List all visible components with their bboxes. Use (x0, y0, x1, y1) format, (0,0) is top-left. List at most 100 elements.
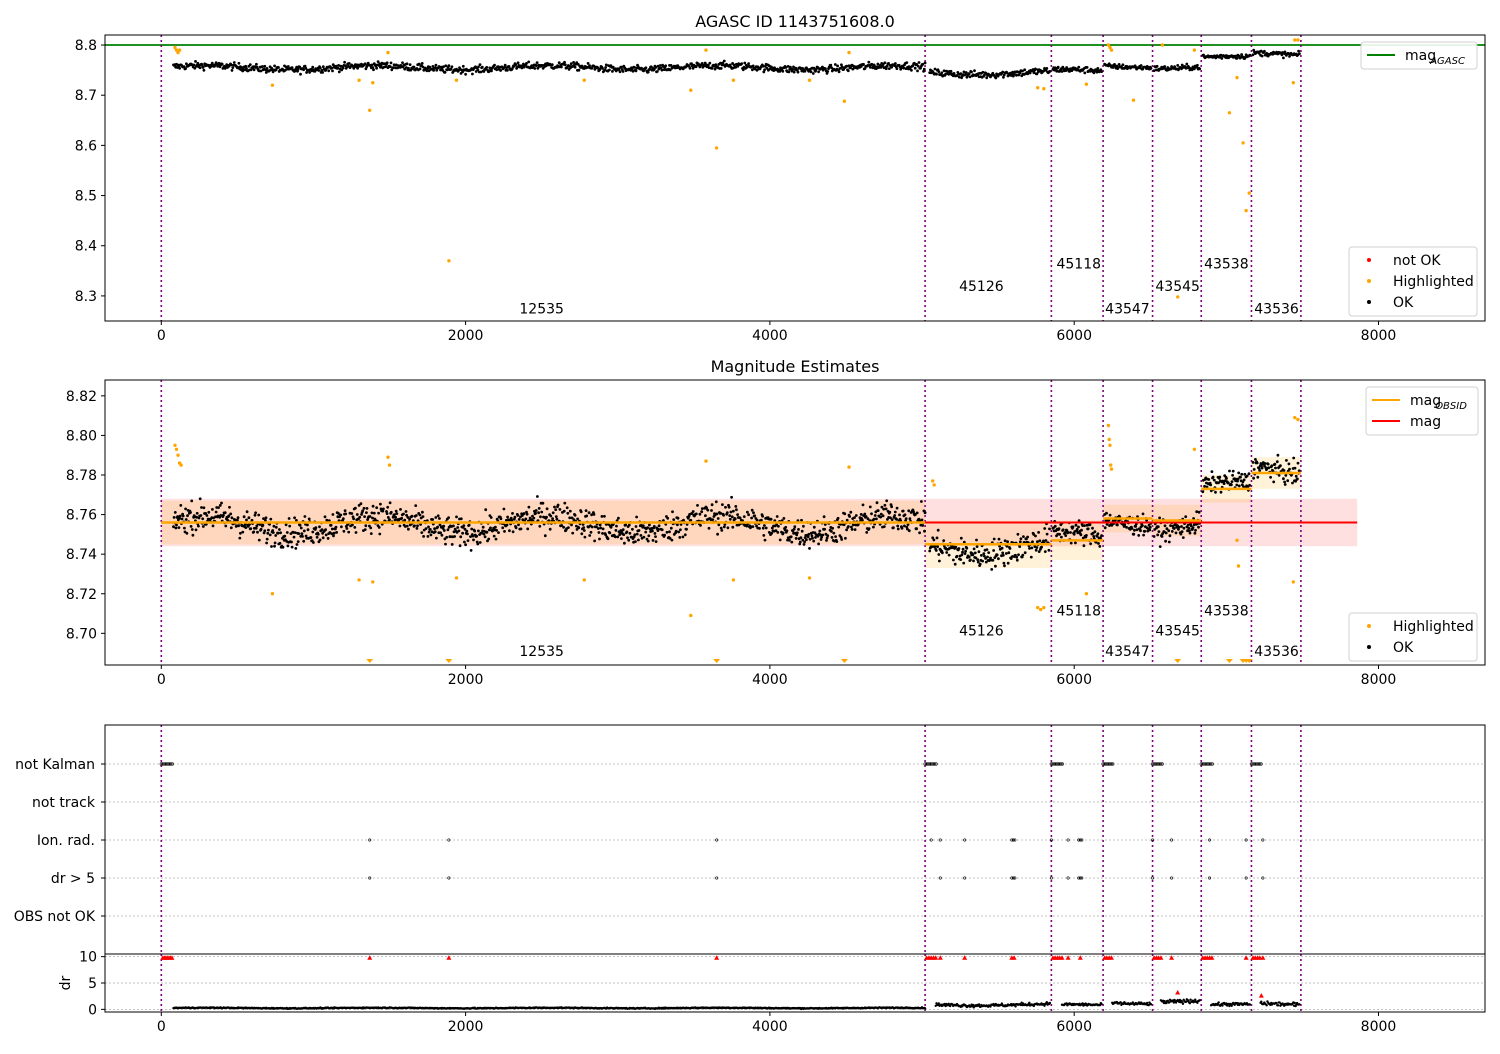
ok-point (671, 539, 674, 542)
ok-point (467, 539, 470, 542)
highlighted-point (689, 89, 692, 92)
ok-point (1080, 529, 1083, 532)
ok-point (497, 531, 500, 534)
ok-point (1157, 525, 1160, 528)
ok-point (830, 530, 833, 533)
ok-point (562, 526, 565, 529)
ok-point (622, 533, 625, 536)
ok-point (896, 507, 899, 510)
ok-point (813, 526, 816, 529)
ok-point (783, 517, 786, 520)
ok-point (987, 551, 990, 554)
ok-point (978, 550, 981, 553)
ok-point (493, 535, 496, 538)
ok-point (937, 529, 940, 532)
ok-point (634, 540, 637, 543)
ok-point (793, 71, 796, 74)
dr-ok-point (1199, 999, 1201, 1001)
ok-point (1292, 457, 1295, 460)
ok-point (354, 507, 357, 510)
ok-point (834, 535, 837, 538)
y-tick-label: 8.72 (66, 587, 97, 603)
highlighted-point (808, 576, 811, 579)
ok-point (217, 506, 220, 509)
ok-point (266, 532, 269, 535)
ok-point (653, 525, 656, 528)
ok-point (200, 514, 203, 517)
ok-point (236, 519, 239, 522)
ok-point (898, 514, 901, 517)
ok-point (470, 528, 473, 531)
ok-point (1185, 63, 1188, 66)
ok-point (375, 506, 378, 509)
ok-point (891, 518, 894, 521)
ok-point (977, 561, 980, 564)
ok-point (293, 516, 296, 519)
ok-point (826, 70, 829, 73)
ok-point (1291, 482, 1294, 485)
ok-point (751, 509, 754, 512)
ok-point (567, 526, 570, 529)
ok-point (1037, 531, 1040, 534)
ok-point (239, 532, 242, 535)
ok-point (1220, 57, 1223, 60)
ok-point (1020, 537, 1023, 540)
ok-point (776, 531, 779, 534)
ok-point (598, 538, 601, 541)
ok-point (883, 61, 886, 64)
ok-point (427, 526, 430, 529)
ok-point (996, 554, 999, 557)
ok-point (729, 64, 732, 67)
ok-point (1189, 532, 1192, 535)
dr-ok-point (1146, 1002, 1148, 1004)
ok-point (865, 515, 868, 518)
ok-point (500, 517, 503, 520)
ok-point (553, 506, 556, 509)
ok-point (1116, 524, 1119, 527)
ok-point (270, 545, 273, 548)
ok-point (1049, 70, 1052, 73)
ok-point (750, 517, 753, 520)
ok-point (608, 532, 611, 535)
ok-point (439, 531, 442, 534)
ok-point (651, 530, 654, 533)
ok-point (1133, 529, 1136, 532)
ok-point (286, 531, 289, 534)
ok-point (458, 530, 461, 533)
ok-point (528, 506, 531, 509)
highlighted-point (583, 578, 586, 581)
ok-point (386, 512, 389, 515)
ok-point (566, 512, 569, 515)
ok-point (443, 529, 446, 532)
ok-point (1203, 485, 1206, 488)
ok-point (1036, 540, 1039, 543)
ok-point (319, 67, 322, 70)
ok-point (664, 64, 667, 67)
ok-point (1159, 545, 1162, 548)
legend-dot-swatch (1367, 300, 1371, 304)
ok-point (370, 532, 373, 535)
ok-point (860, 513, 863, 516)
ok-point (1183, 527, 1186, 530)
ok-point (506, 524, 509, 527)
ok-point (427, 535, 430, 538)
ok-point (556, 518, 559, 521)
ok-point (394, 519, 397, 522)
ok-point (252, 531, 255, 534)
ok-point (459, 544, 462, 547)
ok-point (386, 506, 389, 509)
ok-point (591, 526, 594, 529)
y-tick-label: 8.4 (75, 239, 97, 255)
ok-point (885, 67, 888, 70)
ok-point (526, 513, 529, 516)
ok-point (307, 528, 310, 531)
ok-point (1022, 535, 1025, 538)
ok-point (279, 542, 282, 545)
highlighted-point (271, 592, 274, 595)
ok-point (657, 528, 660, 531)
ok-point (916, 70, 919, 73)
ok-point (183, 527, 186, 530)
ok-point (1140, 64, 1143, 67)
ok-point (569, 510, 572, 513)
y-tick-label: 8.82 (66, 389, 97, 405)
